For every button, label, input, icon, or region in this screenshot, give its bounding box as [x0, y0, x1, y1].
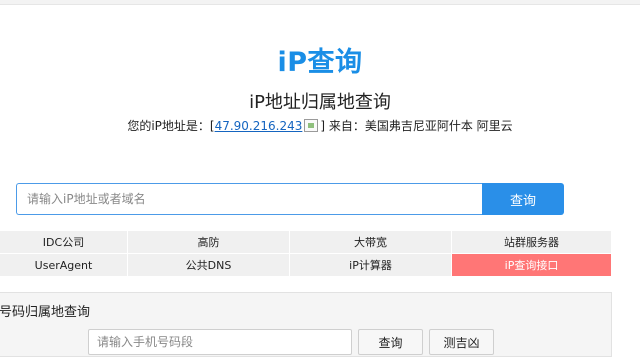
tool-nav-grid: IDC公司 高防 大带宽 站群服务器 UserAgent 公共DNS iP计算器…: [0, 231, 612, 277]
nav-site-group-server[interactable]: 站群服务器: [452, 231, 612, 254]
phone-lookup-title: 机号码归属地查询: [0, 305, 91, 320]
nav-ddos-protection[interactable]: 高防: [128, 231, 290, 254]
nav-public-dns[interactable]: 公共DNS: [128, 254, 290, 277]
ip-search-button[interactable]: 查询: [482, 183, 564, 215]
top-bar: [0, 0, 640, 5]
nav-useragent[interactable]: UserAgent: [0, 254, 128, 277]
nav-bandwidth[interactable]: 大带宽: [290, 231, 452, 254]
phone-number-input[interactable]: [88, 329, 352, 355]
nav-ip-calculator[interactable]: iP计算器: [290, 254, 452, 277]
ip-search-bar: 查询: [16, 183, 564, 215]
current-ip-info: 您的iP地址是：[47.90.216.243 ] 来自：美国弗吉尼亚阿什本 阿里云: [0, 117, 640, 134]
ip-address-link[interactable]: 47.90.216.243: [215, 119, 303, 133]
page-title: iP地址归属地查询: [249, 92, 391, 113]
ip-search-input[interactable]: [16, 183, 482, 215]
broken-image-icon: [304, 119, 319, 132]
phone-luck-button[interactable]: 测吉凶: [429, 329, 494, 355]
site-logo[interactable]: iP查询: [0, 40, 640, 79]
nav-idc[interactable]: IDC公司: [0, 231, 128, 254]
phone-lookup-panel: 机号码归属地查询 查询 测吉凶: [0, 292, 612, 357]
ip-location-text: ] 来自：美国弗吉尼亚阿什本 阿里云: [320, 119, 513, 133]
ip-prefix-text: 您的iP地址是：[: [127, 119, 215, 133]
nav-ip-api[interactable]: iP查询接口: [452, 254, 612, 277]
phone-query-button[interactable]: 查询: [358, 329, 423, 355]
